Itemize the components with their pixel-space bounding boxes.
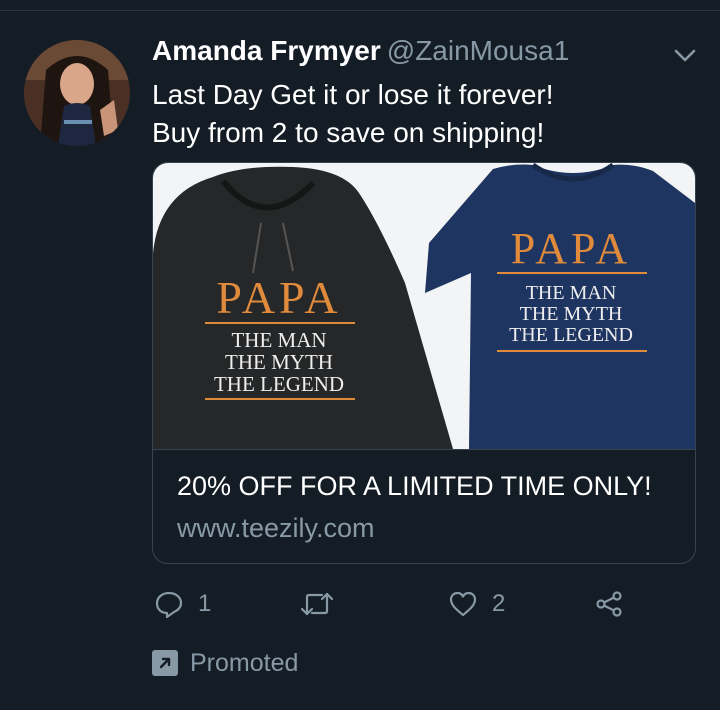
tshirt-print-line-3: THE LEGEND [509, 324, 633, 346]
reply-button[interactable]: 1 [154, 586, 211, 622]
like-count: 2 [492, 590, 506, 617]
share-button[interactable] [594, 586, 624, 622]
card-url[interactable]: www.teezily.com [177, 511, 375, 545]
display-name[interactable]: Amanda Frymyer [152, 35, 381, 66]
tweet-text: Last Day Get it or lose it forever! Buy … [152, 76, 702, 152]
avatar-photo [24, 40, 130, 146]
promoted-label: Promoted [190, 648, 299, 677]
reply-count: 1 [198, 590, 212, 617]
tshirt-print-title: PAPA [511, 224, 631, 273]
link-card[interactable]: PAPA THE MAN THE MYTH THE LEGEND PAPA TH… [152, 162, 696, 564]
avatar[interactable] [24, 40, 130, 146]
promoted-indicator[interactable]: Promoted [152, 646, 298, 680]
retweet-button[interactable] [300, 586, 334, 622]
hoodie-print-line-2: THE MYTH [225, 350, 333, 374]
reply-icon [155, 591, 183, 619]
promoted-icon [152, 650, 178, 676]
retweet-icon [300, 592, 334, 616]
like-button[interactable]: 2 [448, 586, 505, 622]
tshirt-print-line-2: THE MYTH [520, 303, 623, 325]
heart-icon [449, 591, 477, 617]
tweet-header: Amanda Frymyer @ZainMousa1 [152, 34, 569, 68]
tshirt-print-line-1: THE MAN [526, 282, 617, 304]
tweet-text-line-1: Last Day Get it or lose it forever! [152, 79, 554, 110]
card-image[interactable]: PAPA THE MAN THE MYTH THE LEGEND PAPA TH… [153, 163, 695, 449]
hoodie-print-title: PAPA [216, 272, 341, 323]
tweet-text-line-2: Buy from 2 to save on shipping! [152, 117, 545, 148]
chevron-down-icon[interactable] [672, 42, 698, 68]
hoodie-print-line-1: THE MAN [231, 328, 326, 352]
card-divider [153, 449, 695, 450]
top-divider [0, 10, 720, 11]
hoodie-print-line-3: THE LEGEND [214, 372, 344, 396]
card-title[interactable]: 20% OFF FOR A LIMITED TIME ONLY! [177, 469, 652, 503]
user-handle[interactable]: @ZainMousa1 [387, 35, 570, 66]
share-icon [596, 591, 622, 617]
